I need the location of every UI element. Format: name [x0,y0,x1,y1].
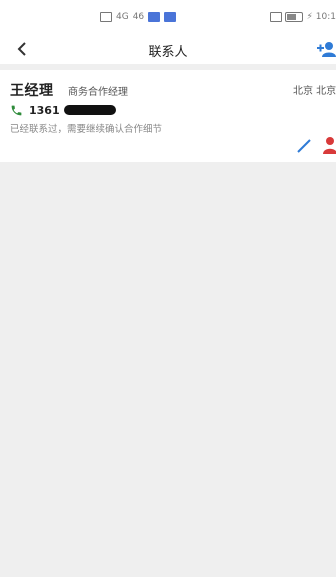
contact-name: 王经理 [10,83,54,99]
battery-icon [285,12,304,22]
status-right: ⚡ 10:1 [270,10,336,24]
add-contact-icon [317,42,336,57]
person-button[interactable] [322,136,336,154]
page-title: 联系人 [148,45,188,60]
redaction-mark [63,105,116,115]
status-bar: 4G 46 ⚡ 10:1 [0,0,336,34]
phone-row[interactable]: 1361 [10,102,116,118]
wifi-label: 46 [132,12,145,22]
status-indicators: 4G 46 [100,10,177,24]
status-time: 10:1 [315,12,336,22]
app-icon [164,12,177,22]
nfc-icon [270,12,283,22]
bolt-icon: ⚡ [306,12,313,22]
notification-icon [148,12,161,22]
contact-card[interactable]: 王经理 商务合作经理 北京 北京 1361 已经联系过，需要继续确认合作细节 [0,70,336,162]
contact-note: 已经联系过，需要继续确认合作细节 [10,124,163,135]
edit-button[interactable] [296,138,312,154]
sim-icon [100,12,112,22]
phone-icon [11,105,22,115]
contact-location: 北京 北京 [293,86,336,97]
edit-icon [297,139,311,153]
contact-phone: 1361 [29,103,60,117]
signal-label: 4G [116,12,129,22]
add-contact-button[interactable] [316,38,336,60]
contact-role: 商务合作经理 [68,87,128,98]
nav-bar: 联系人 [0,34,336,64]
person-icon [323,137,336,154]
